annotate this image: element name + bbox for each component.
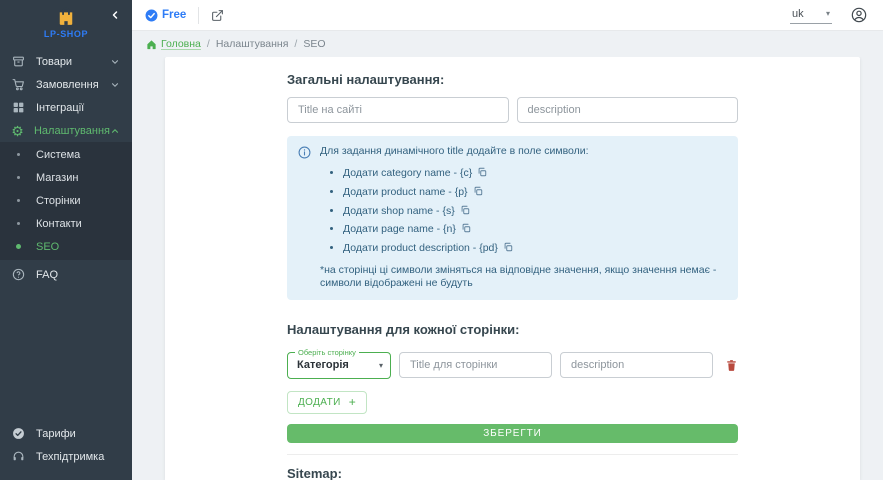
delete-row-trash-icon[interactable] [725, 359, 738, 372]
shopping-bag-logo-icon [56, 7, 76, 27]
plus-icon: + [349, 398, 356, 406]
token-item: Додати category name - {c} [343, 166, 726, 181]
sidebar-header: LP-SHOP [0, 0, 132, 46]
token-list: Додати category name - {c} Додати produc… [330, 166, 726, 255]
sidebar-item-tariffs[interactable]: Тарифи [0, 422, 132, 445]
sidebar-subitem-shop[interactable]: Магазин [0, 166, 132, 189]
breadcrumb-level1: Налаштування [216, 38, 289, 50]
infobox-footnote: *на сторінці ці символи зміняться на від… [320, 264, 726, 290]
content-area: Загальні налаштування: Для задання динам… [132, 57, 883, 480]
bullet-icon [10, 153, 27, 156]
check-circle-icon [10, 427, 27, 440]
breadcrumb-separator: / [207, 38, 210, 50]
gear-icon: ⚙ [10, 124, 25, 138]
plan-badge[interactable]: Free [145, 9, 186, 22]
per-page-settings-heading: Налаштування для кожної сторінки: [287, 322, 738, 337]
topbar-right: uk ▾ [790, 7, 867, 24]
bullet-icon [10, 244, 27, 249]
sitemap-heading: Sitemap: [287, 466, 738, 480]
app-window: LP-SHOP Товари Замовлення [0, 0, 883, 480]
caret-down-icon: ▾ [379, 361, 383, 370]
bullet-icon [10, 222, 27, 225]
token-item: Додати product description - {pd} [343, 241, 726, 256]
sidebar-item-products[interactable]: Товари [0, 50, 132, 73]
sidebar-subitem-seo[interactable]: SEO [0, 235, 132, 258]
chevron-down-icon [110, 57, 120, 67]
seo-settings-card: Загальні налаштування: Для задання динам… [165, 57, 860, 480]
token-item: Додати shop name - {s} [343, 204, 726, 219]
sidebar-subitem-contacts[interactable]: Контакти [0, 212, 132, 235]
infobox-intro: Для задання динамічного title додайте в … [320, 145, 726, 158]
add-page-button[interactable]: ДОДАТИ+ [287, 391, 367, 414]
language-select[interactable]: uk ▾ [790, 7, 832, 24]
caret-down-icon: ▾ [826, 9, 830, 18]
sidebar-subitem-system[interactable]: Система [0, 143, 132, 166]
sidebar-subitem-pages[interactable]: Сторінки [0, 189, 132, 212]
page-title-input[interactable] [399, 352, 552, 378]
verified-check-icon [145, 9, 158, 22]
section-divider [287, 454, 738, 455]
page-select[interactable]: Оберіть сторінку Категорія ▾ [287, 352, 391, 379]
sidebar-nav: Товари Замовлення Інтеграції [0, 50, 132, 286]
sidebar-item-support[interactable]: Техпідтримка [0, 445, 132, 468]
external-link-icon[interactable] [211, 9, 224, 22]
main-area: Free uk ▾ Головна [132, 0, 883, 480]
token-item: Додати product name - {p} [343, 185, 726, 200]
home-icon [146, 39, 157, 50]
brand-name: LP-SHOP [44, 29, 88, 39]
page-select-label: Оберіть сторінку [295, 348, 359, 357]
token-item: Додати page name - {n} [343, 222, 726, 237]
general-settings-heading: Загальні налаштування: [287, 72, 738, 87]
sidebar-item-settings[interactable]: ⚙ Налаштування [0, 119, 132, 142]
page-description-input[interactable] [560, 352, 713, 378]
chevron-up-icon [110, 126, 120, 136]
topbar: Free uk ▾ [132, 0, 883, 31]
dynamic-title-infobox: Для задання динамічного title додайте в … [287, 136, 738, 300]
topbar-divider [198, 7, 199, 24]
sidebar: LP-SHOP Товари Замовлення [0, 0, 132, 480]
cart-icon [10, 78, 27, 91]
copy-icon[interactable] [473, 186, 483, 196]
box-icon [10, 55, 27, 68]
site-description-input[interactable] [517, 97, 739, 123]
help-circle-icon [10, 268, 27, 281]
brand-logo[interactable]: LP-SHOP [44, 7, 88, 39]
per-page-row: Оберіть сторінку Категорія ▾ [287, 352, 738, 379]
site-title-input[interactable] [287, 97, 509, 123]
sidebar-collapse-icon[interactable] [107, 7, 123, 23]
breadcrumb-level2: SEO [303, 38, 325, 50]
breadcrumb-separator: / [294, 38, 297, 50]
chevron-down-icon [110, 80, 120, 90]
general-inputs-row [287, 97, 738, 123]
copy-icon[interactable] [460, 205, 470, 215]
page-select-value: Категорія [297, 359, 379, 371]
copy-icon[interactable] [477, 167, 487, 177]
bullet-icon [10, 176, 27, 179]
sidebar-item-faq[interactable]: FAQ [0, 263, 132, 286]
save-button[interactable]: ЗБЕРЕГТИ [287, 424, 738, 443]
account-icon[interactable] [851, 7, 867, 23]
grid-icon [10, 101, 27, 114]
headset-icon [10, 450, 27, 463]
settings-submenu: Система Магазин Сторінки Контакти SEO [0, 142, 132, 260]
breadcrumb-home-link[interactable]: Головна [146, 38, 201, 50]
sidebar-item-orders[interactable]: Замовлення [0, 73, 132, 96]
sidebar-bottom: Тарифи Техпідтримка [0, 422, 132, 480]
copy-icon[interactable] [503, 242, 513, 252]
sidebar-item-integrations[interactable]: Інтеграції [0, 96, 132, 119]
breadcrumb: Головна / Налаштування / SEO [132, 31, 883, 57]
copy-icon[interactable] [461, 223, 471, 233]
bullet-icon [10, 199, 27, 202]
info-icon [298, 146, 311, 290]
